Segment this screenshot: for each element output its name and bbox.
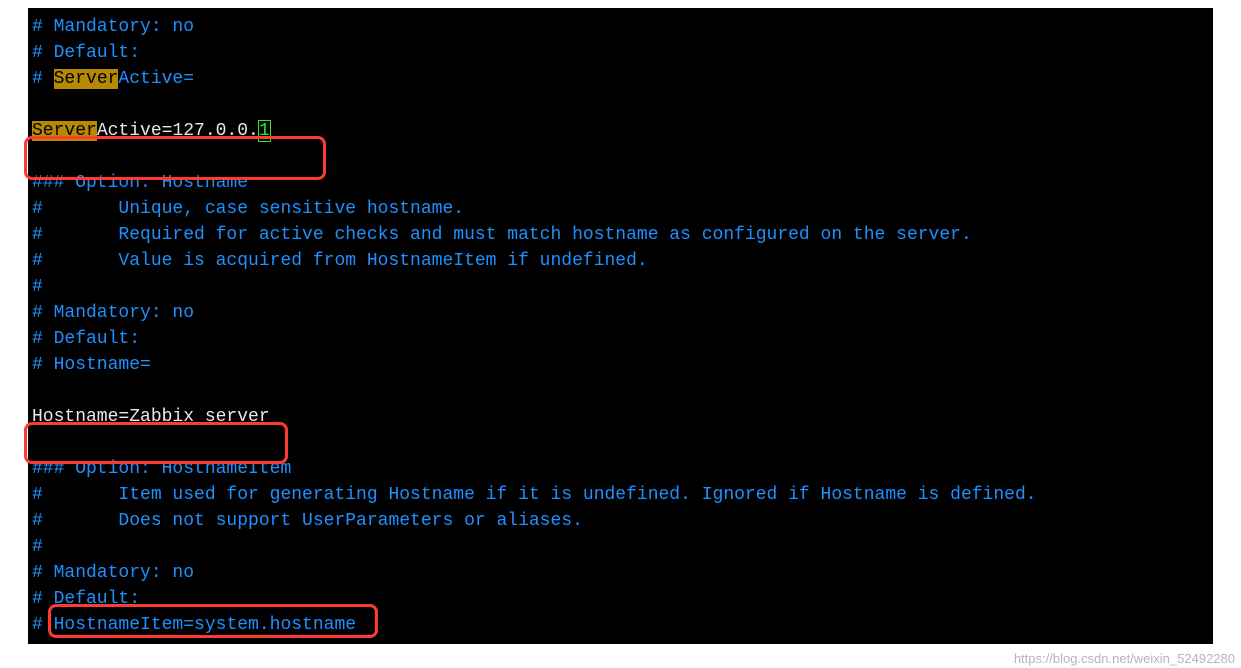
terminal-viewport[interactable]: # Mandatory: no # Default: # ServerActiv… <box>28 8 1213 644</box>
config-comment-line: # Default: <box>28 586 1213 612</box>
comment-hash: # <box>32 69 54 89</box>
config-comment-line: # Value is acquired from HostnameItem if… <box>28 248 1213 274</box>
hostname-item-line: # HostnameItem=system.hostname <box>28 612 1213 638</box>
search-highlight: Server <box>32 121 97 141</box>
blank-line <box>28 378 1213 404</box>
hostname-line: Hostname=Zabbix server <box>28 404 1213 430</box>
config-comment-line: # Default: <box>28 326 1213 352</box>
search-highlight: Server <box>54 69 119 89</box>
config-comment-line: ### Option: Hostname <box>28 170 1213 196</box>
config-comment-line: # Required for active checks and must ma… <box>28 222 1213 248</box>
terminal-cursor: 1 <box>259 121 270 141</box>
blank-line <box>28 92 1213 118</box>
config-comment-line: # <box>28 534 1213 560</box>
config-comment-line: # Mandatory: no <box>28 300 1213 326</box>
config-comment-line: # Does not support UserParameters or ali… <box>28 508 1213 534</box>
config-comment-line: # Hostname= <box>28 352 1213 378</box>
config-comment-line: # Unique, case sensitive hostname. <box>28 196 1213 222</box>
config-comment-line: # Mandatory: no <box>28 14 1213 40</box>
blank-line <box>28 144 1213 170</box>
server-active-line: ServerActive=127.0.0.1 <box>28 118 1213 144</box>
config-comment-line: # Item used for generating Hostname if i… <box>28 482 1213 508</box>
watermark-text: https://blog.csdn.net/weixin_52492280 <box>1014 651 1235 666</box>
blank-line <box>28 430 1213 456</box>
config-value-text: Active=127.0.0. <box>97 121 259 141</box>
config-comment-line: # ServerActive= <box>28 66 1213 92</box>
config-comment-line: # Default: <box>28 40 1213 66</box>
config-comment-line: # Mandatory: no <box>28 560 1213 586</box>
config-value-text: HostnameItem=system.hostname <box>54 615 356 635</box>
comment-text: Active= <box>118 69 194 89</box>
config-comment-line: # <box>28 274 1213 300</box>
config-comment-line: ### Option: HostnameItem <box>28 456 1213 482</box>
comment-hash: # <box>32 615 54 635</box>
